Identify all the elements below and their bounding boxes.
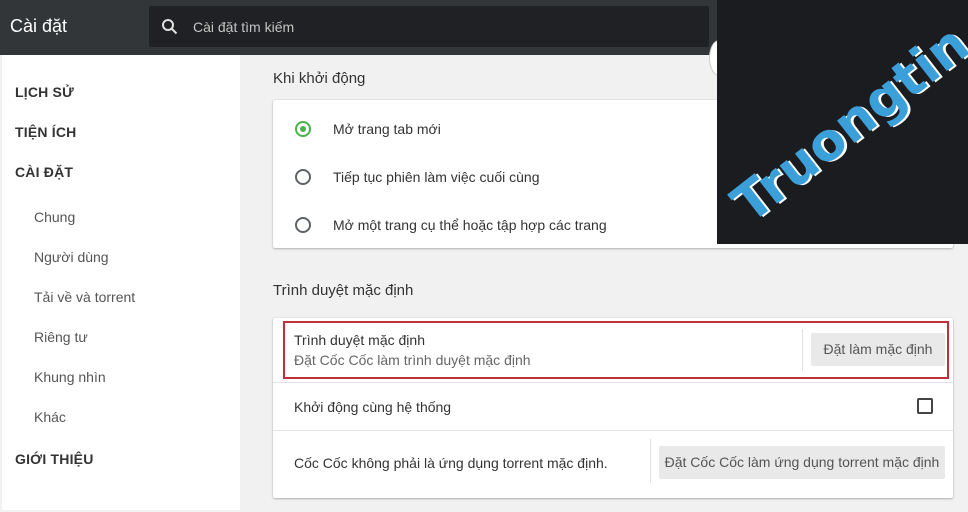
sidebar-item-about[interactable]: GIỚI THIỆU <box>15 451 94 467</box>
radio-label: Mở trang tab mới <box>333 121 441 137</box>
radio-button[interactable] <box>295 169 311 185</box>
sidebar-item-privacy[interactable]: Riêng tư <box>34 329 88 345</box>
sidebar-item-general[interactable]: Chung <box>34 209 75 225</box>
vertical-divider <box>650 439 651 483</box>
radio-label: Tiếp tục phiên làm việc cuối cùng <box>333 169 540 185</box>
set-default-torrent-button[interactable]: Đặt Cốc Cốc làm ứng dụng torrent mặc địn… <box>659 446 945 479</box>
sidebar-item-users[interactable]: Người dùng <box>34 249 109 265</box>
sidebar-item-downloads[interactable]: Tải về và torrent <box>34 289 135 305</box>
watermark-logo: Truongtin.top <box>717 0 968 244</box>
radio-label: Mở một trang cụ thể hoặc tập hợp các tra… <box>333 217 607 233</box>
startup-section-title: Khi khởi động <box>273 70 366 87</box>
startup-option-specific-pages[interactable]: Mở một trang cụ thể hoặc tập hợp các tra… <box>295 213 695 237</box>
startup-option-new-tab[interactable]: Mở trang tab mới <box>295 117 695 141</box>
default-browser-section-title: Trình duyệt mặc định <box>273 282 414 299</box>
sidebar-item-other[interactable]: Khác <box>34 409 66 425</box>
launch-with-system-label: Khởi động cùng hệ thống <box>294 399 452 415</box>
startup-option-continue[interactable]: Tiếp tục phiên làm việc cuối cùng <box>295 165 695 189</box>
torrent-status-label: Cốc Cốc không phải là ứng dụng torrent m… <box>294 455 608 471</box>
sidebar-item-history[interactable]: LỊCH SỬ <box>15 84 74 100</box>
sidebar-item-settings[interactable]: CÀI ĐẶT <box>15 164 73 180</box>
radio-button-checked[interactable] <box>295 121 311 137</box>
search-input[interactable] <box>193 6 693 47</box>
launch-with-system-checkbox[interactable] <box>917 398 933 414</box>
highlight-box <box>283 321 949 379</box>
sidebar: LỊCH SỬ TIỆN ÍCH CÀI ĐẶT Chung Người dùn… <box>2 55 240 510</box>
watermark-text-main: Truongtin <box>721 13 968 235</box>
search-box[interactable] <box>149 6 709 47</box>
search-icon <box>162 19 178 35</box>
divider <box>273 382 953 383</box>
radio-button[interactable] <box>295 217 311 233</box>
sidebar-item-extensions[interactable]: TIỆN ÍCH <box>15 124 77 140</box>
divider <box>273 430 953 431</box>
sidebar-item-appearance[interactable]: Khung nhìn <box>34 369 106 385</box>
page-title: Cài đặt <box>10 16 68 36</box>
watermark-text: Truongtin.top <box>721 0 968 235</box>
